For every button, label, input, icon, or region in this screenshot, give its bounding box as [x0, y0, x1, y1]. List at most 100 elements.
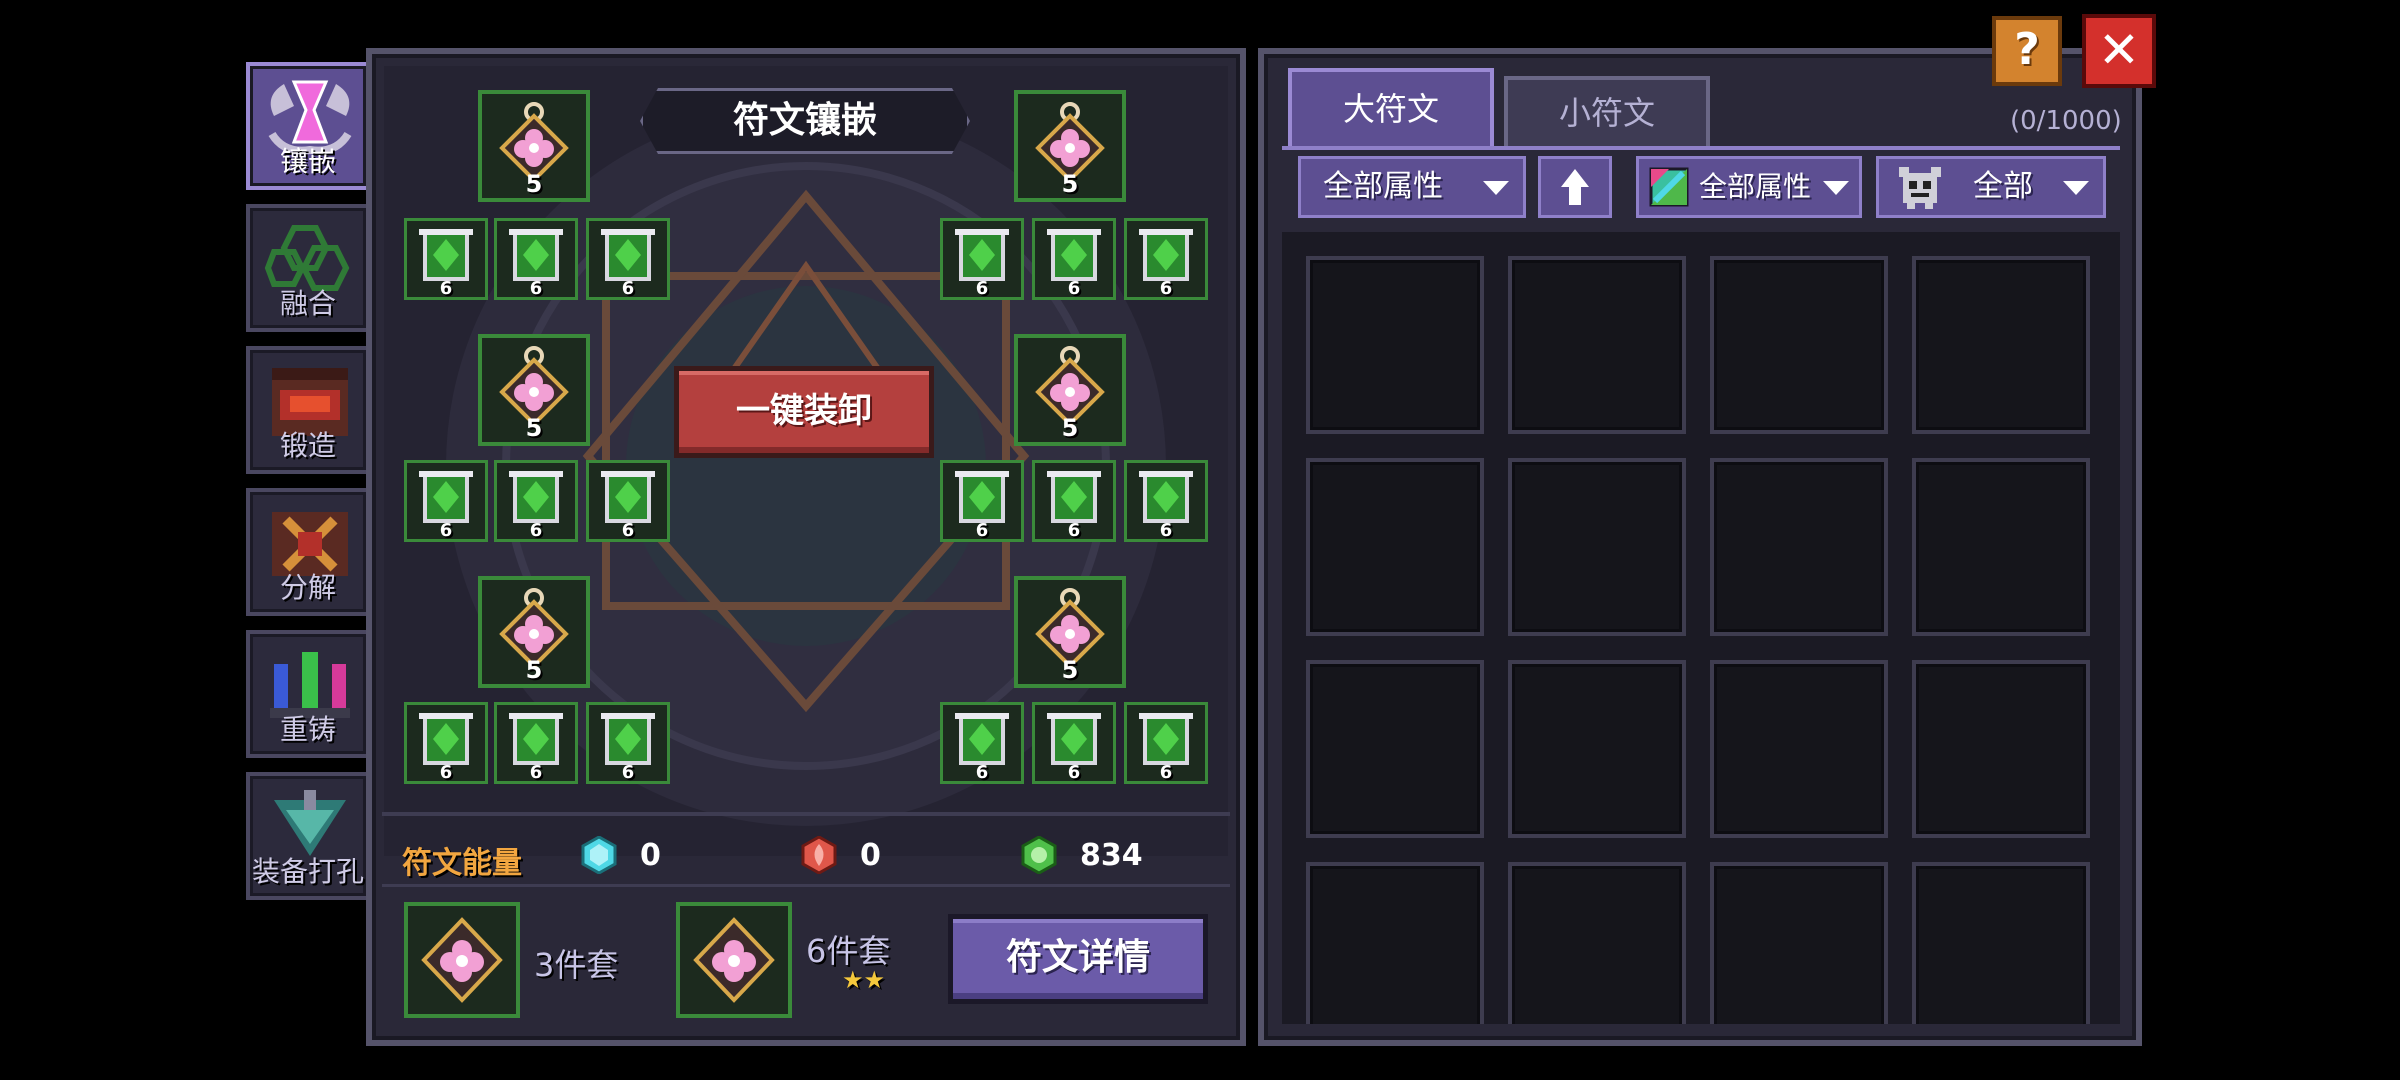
set-6-stars: ★★: [842, 966, 886, 994]
inventory-slot[interactable]: [1710, 256, 1888, 434]
rune-level: 6: [529, 762, 543, 783]
sidenav-label: 镶嵌: [279, 145, 336, 178]
minor-rune-slot[interactable]: 6: [404, 460, 488, 542]
inventory-slot[interactable]: [1912, 660, 2090, 838]
rune-energy-row: 符文能量 0 0 834: [380, 830, 1230, 882]
minor-rune-slot[interactable]: 6: [404, 218, 488, 300]
divider: [382, 884, 1230, 887]
major-rune-slot[interactable]: 5: [1014, 90, 1126, 202]
inventory-slot[interactable]: [1710, 458, 1888, 636]
rune-level: 6: [1067, 278, 1081, 299]
monster-filter-dropdown[interactable]: 全部: [1876, 156, 2106, 218]
inventory-slot[interactable]: [1306, 660, 1484, 838]
major-rune-slot[interactable]: 5: [478, 90, 590, 202]
tab-minor-rune[interactable]: 小符文: [1504, 76, 1710, 148]
rune-level: 6: [621, 278, 635, 299]
close-button[interactable]: ✕: [2082, 14, 2156, 88]
divider: [382, 812, 1230, 816]
inventory-slot[interactable]: [1508, 256, 1686, 434]
rune-level: 6: [1067, 520, 1081, 541]
minor-rune-slot[interactable]: 6: [1124, 460, 1208, 542]
inventory-slot[interactable]: [1306, 256, 1484, 434]
minor-rune-slot[interactable]: 6: [494, 702, 578, 784]
tab-major-rune[interactable]: 大符文: [1288, 68, 1494, 148]
major-rune-slot[interactable]: 5: [478, 334, 590, 446]
chevron-down-icon: [1483, 181, 1509, 195]
rune-level: 6: [1067, 762, 1081, 783]
inventory-slot[interactable]: [1912, 862, 2090, 1024]
major-rune-slot[interactable]: 5: [1014, 576, 1126, 688]
inventory-slot[interactable]: [1710, 660, 1888, 838]
sidenav-forge[interactable]: 锻造: [246, 346, 370, 474]
sidenav-socket[interactable]: 装备打孔: [246, 772, 370, 900]
attribute-filter-dropdown[interactable]: 全部属性: [1298, 156, 1526, 218]
inventory-slot[interactable]: [1508, 862, 1686, 1024]
set-3-icon-slot[interactable]: [404, 902, 520, 1018]
energy-value: 0: [640, 838, 661, 873]
minor-rune-slot[interactable]: 6: [940, 702, 1024, 784]
rune-level: 6: [1159, 762, 1173, 783]
sidenav-label: 分解: [279, 571, 336, 604]
rune-level: 5: [525, 656, 543, 684]
major-rune-slot[interactable]: 5: [478, 576, 590, 688]
rune-level: 6: [439, 278, 453, 299]
minor-rune-slot[interactable]: 6: [1124, 218, 1208, 300]
inventory-slot[interactable]: [1306, 862, 1484, 1024]
energy-value: 834: [1080, 838, 1143, 873]
energy-value: 0: [860, 838, 881, 873]
sidenav-inlay[interactable]: 镶嵌: [246, 62, 370, 190]
minor-rune-slot[interactable]: 6: [586, 218, 670, 300]
inventory-slot[interactable]: [1710, 862, 1888, 1024]
cyan-gem-icon: [581, 836, 617, 874]
inventory-slot[interactable]: [1912, 458, 2090, 636]
element-filter-dropdown[interactable]: 全部属性: [1636, 156, 1862, 218]
rune-level: 5: [525, 170, 543, 198]
monster-icon: [1899, 167, 1941, 209]
rune-level: 5: [1061, 414, 1079, 442]
minor-rune-slot[interactable]: 6: [494, 218, 578, 300]
minor-rune-slot[interactable]: 6: [1124, 702, 1208, 784]
sort-order-button[interactable]: [1538, 156, 1612, 218]
rune-count: (0/1000): [2010, 106, 2122, 136]
sidenav-label: 重铸: [279, 713, 336, 746]
inventory-slot[interactable]: [1306, 458, 1484, 636]
rune-level: 6: [1159, 520, 1173, 541]
element-color-icon: [1649, 167, 1689, 207]
rune-level: 5: [1061, 170, 1079, 198]
rune-flower-icon: [693, 917, 775, 1003]
filter-label: 全部: [1973, 169, 2033, 204]
inventory-slot[interactable]: [1508, 458, 1686, 636]
rune-inventory-grid: [1282, 232, 2120, 1024]
green-gem-icon: [1021, 836, 1057, 874]
sidenav-recast[interactable]: 重铸: [246, 630, 370, 758]
rune-level: 5: [525, 414, 543, 442]
rune-level: 6: [621, 762, 635, 783]
rune-level: 6: [439, 762, 453, 783]
rune-detail-button[interactable]: 符文详情: [948, 914, 1208, 1004]
rune-level: 6: [975, 520, 989, 541]
inventory-slot[interactable]: [1508, 660, 1686, 838]
sidenav-decompose[interactable]: 分解: [246, 488, 370, 616]
help-button[interactable]: ?: [1992, 16, 2062, 86]
minor-rune-slot[interactable]: 6: [494, 460, 578, 542]
minor-rune-slot[interactable]: 6: [940, 218, 1024, 300]
minor-rune-slot[interactable]: 6: [1032, 460, 1116, 542]
sidenav-fusion[interactable]: 融合: [246, 204, 370, 332]
rune-level: 6: [975, 278, 989, 299]
rune-level: 6: [529, 278, 543, 299]
page-title: 符文镶嵌: [640, 88, 970, 154]
major-rune-slot[interactable]: 5: [1014, 334, 1126, 446]
unequip-all-button[interactable]: 一键装卸: [674, 366, 934, 458]
minor-rune-slot[interactable]: 6: [586, 702, 670, 784]
rune-level: 6: [621, 520, 635, 541]
inventory-slot[interactable]: [1912, 256, 2090, 434]
minor-rune-slot[interactable]: 6: [940, 460, 1024, 542]
minor-rune-slot[interactable]: 6: [404, 702, 488, 784]
filter-label: 全部属性: [1699, 170, 1812, 203]
minor-rune-slot[interactable]: 6: [1032, 218, 1116, 300]
set-6-icon-slot[interactable]: [676, 902, 792, 1018]
minor-rune-slot[interactable]: 6: [586, 460, 670, 542]
rune-level: 6: [975, 762, 989, 783]
minor-rune-slot[interactable]: 6: [1032, 702, 1116, 784]
sidenav-label: 装备打孔: [251, 855, 364, 888]
